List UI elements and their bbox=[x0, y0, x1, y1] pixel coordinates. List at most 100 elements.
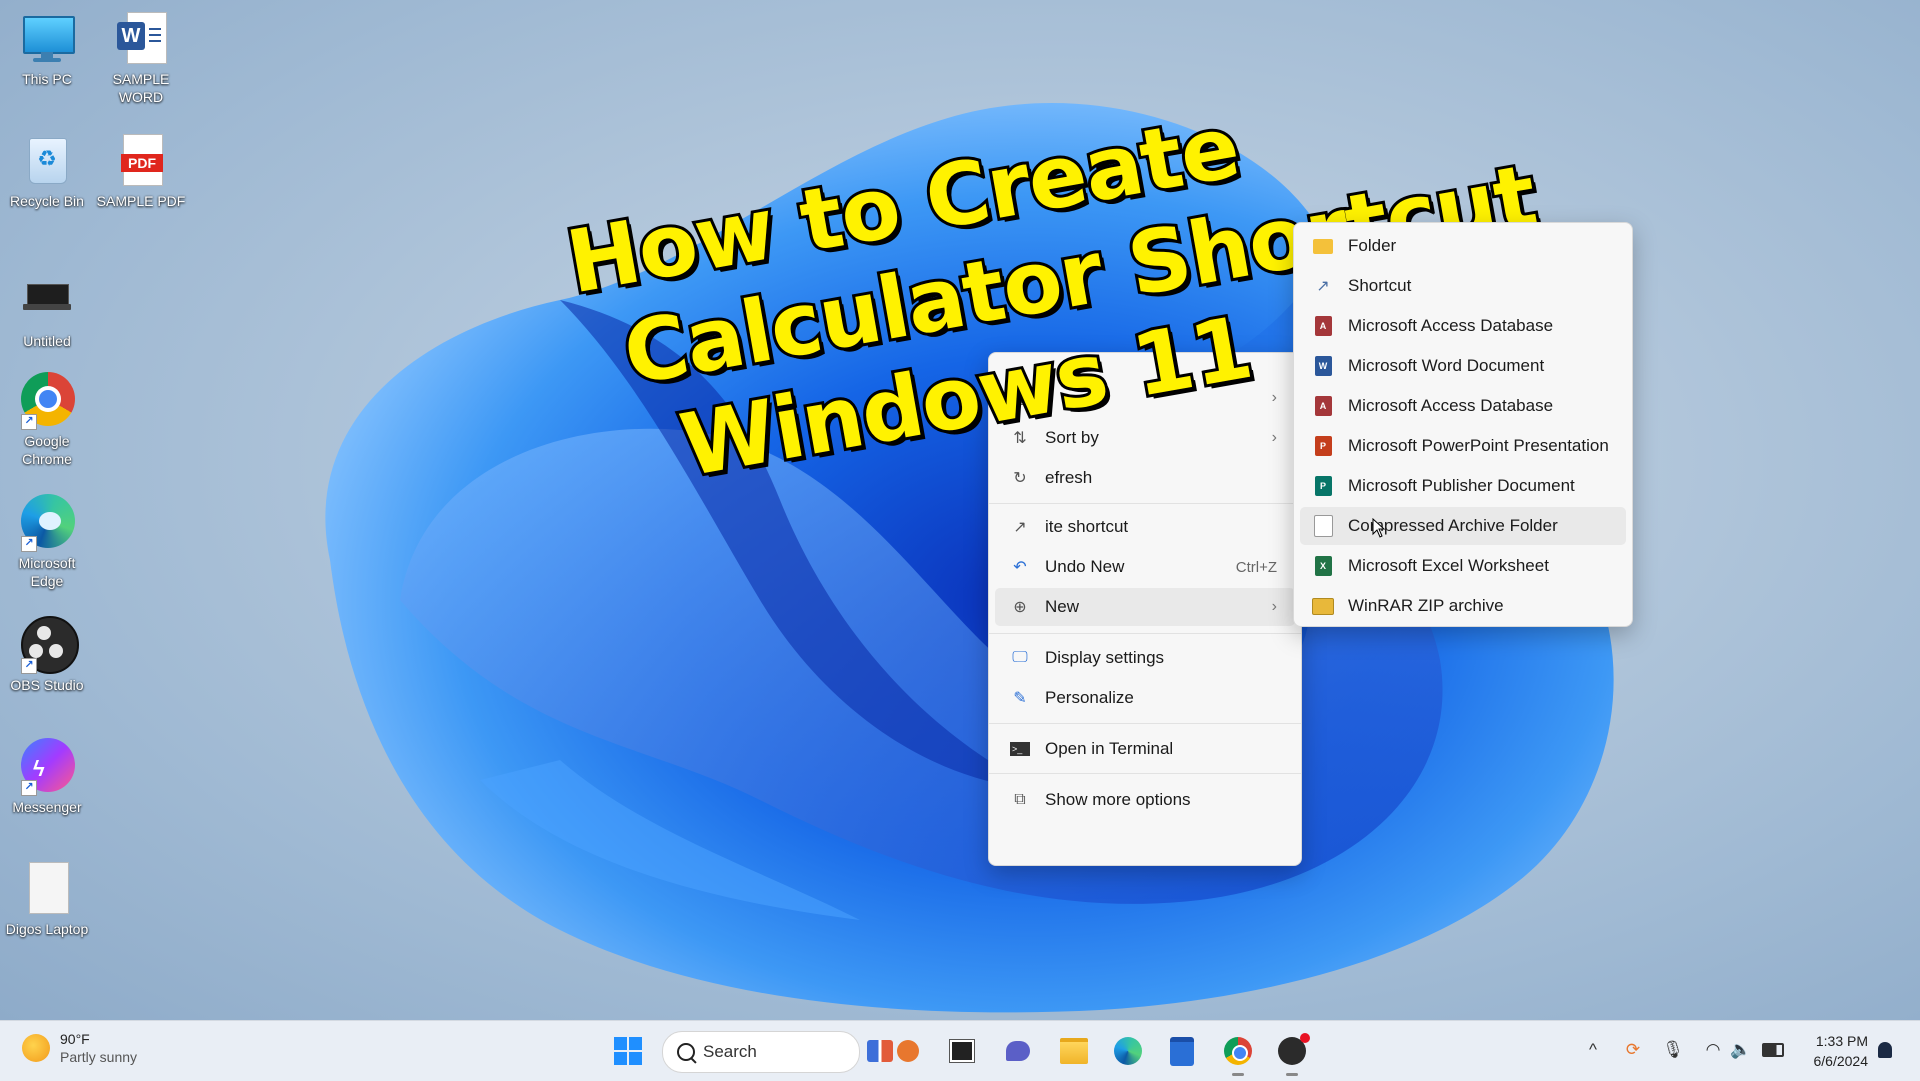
volume-tray-icon[interactable]: 🔈 bbox=[1728, 1037, 1754, 1063]
desktop-icon-obs-studio[interactable]: ↗ OBS Studio bbox=[1, 616, 93, 694]
submenu-item-excel-worksheet[interactable]: X Microsoft Excel Worksheet bbox=[1300, 547, 1626, 585]
submenu-item-powerpoint[interactable]: P Microsoft PowerPoint Presentation bbox=[1300, 427, 1626, 465]
desktop-icon-label: Messenger bbox=[12, 799, 82, 815]
battery-tray-icon[interactable] bbox=[1760, 1037, 1786, 1063]
task-view-button[interactable] bbox=[946, 1035, 978, 1067]
teams-chat-button[interactable] bbox=[1002, 1035, 1034, 1067]
submenu-item-winrar-zip[interactable]: WinRAR ZIP archive bbox=[1300, 587, 1626, 625]
battery-icon bbox=[1762, 1043, 1784, 1057]
submenu-item-word-document[interactable]: W Microsoft Word Document bbox=[1300, 347, 1626, 385]
chat-icon bbox=[1006, 1041, 1030, 1061]
search-label: Search bbox=[703, 1042, 757, 1061]
winrar-icon bbox=[1312, 595, 1334, 617]
obs-icon bbox=[1278, 1033, 1310, 1065]
menu-item-display-settings[interactable]: 🖵 Display settings bbox=[995, 639, 1295, 677]
menu-separator bbox=[989, 773, 1301, 774]
obs-taskbar-button[interactable] bbox=[1276, 1033, 1310, 1067]
refresh-icon: ↻ bbox=[1013, 470, 1027, 487]
menu-separator bbox=[989, 723, 1301, 724]
microphone-icon: 🎙 bbox=[1662, 1040, 1684, 1059]
laptop-icon bbox=[19, 272, 75, 328]
clock-date: 6/6/2024 bbox=[1813, 1053, 1869, 1069]
messenger-icon: ϟ ↗ bbox=[19, 738, 75, 796]
menu-separator bbox=[989, 503, 1301, 504]
store-button[interactable] bbox=[1166, 1035, 1198, 1067]
obs-icon: ↗ bbox=[19, 616, 79, 674]
network-tray-icon[interactable]: ◠ bbox=[1700, 1037, 1726, 1063]
desktop-icon-untitled[interactable]: Untitled bbox=[1, 272, 93, 350]
pdf-icon: PDF bbox=[113, 132, 169, 188]
chrome-icon: ↗ bbox=[19, 372, 75, 430]
new-submenu: Folder ↗ Shortcut A Microsoft Access Dat… bbox=[1293, 222, 1633, 627]
monitor-icon bbox=[19, 10, 75, 66]
desktop-icon-sample-pdf[interactable]: PDF SAMPLE PDF bbox=[95, 132, 187, 210]
windows-logo-icon bbox=[614, 1037, 642, 1065]
display-icon: 🖵 bbox=[1012, 649, 1028, 666]
menu-item-undo-new[interactable]: ↶ Undo New Ctrl+Z bbox=[995, 548, 1295, 586]
submenu-item-compressed-archive[interactable]: Compressed Archive Folder bbox=[1300, 507, 1626, 545]
menu-item-personalize[interactable]: ✎ Personalize bbox=[995, 679, 1295, 717]
microphone-tray-icon[interactable]: 🎙 bbox=[1660, 1037, 1686, 1063]
menu-item-open-in-terminal[interactable]: >_ Open in Terminal bbox=[995, 730, 1295, 768]
sync-tray-icon[interactable]: ⟳ bbox=[1620, 1037, 1646, 1063]
menu-separator bbox=[989, 633, 1301, 634]
submenu-item-publisher[interactable]: P Microsoft Publisher Document bbox=[1300, 467, 1626, 505]
weather-widget[interactable]: 90°F Partly sunny bbox=[22, 1030, 137, 1066]
sync-icon: ⟳ bbox=[1625, 1040, 1641, 1059]
desktop-icon-digos-laptop[interactable]: Digos Laptop bbox=[1, 860, 93, 938]
desktop-icon-sample-word[interactable]: W SAMPLE WORD bbox=[95, 10, 187, 106]
wifi-icon: ◠ bbox=[1705, 1040, 1721, 1059]
access-icon: A bbox=[1312, 315, 1334, 337]
desktop-icon-microsoft-edge[interactable]: ↗ Microsoft Edge bbox=[1, 494, 93, 590]
more-options-icon: ⧉ bbox=[1014, 791, 1026, 808]
chevron-right-icon: › bbox=[1271, 598, 1277, 615]
desktop-icon-label: SAMPLE PDF bbox=[96, 193, 186, 209]
notifications-button[interactable] bbox=[1872, 1037, 1898, 1063]
speaker-icon: 🔈 bbox=[1730, 1040, 1752, 1059]
submenu-item-folder[interactable]: Folder bbox=[1300, 227, 1626, 265]
desktop-icon-label: Digos Laptop bbox=[5, 921, 89, 937]
chevron-right-icon: › bbox=[1271, 429, 1277, 446]
weather-temp: 90°F bbox=[60, 1031, 90, 1047]
basketball-icon bbox=[897, 1040, 919, 1062]
desktop[interactable]: This PC W SAMPLE WORD ♻ Recycle Bin PDF … bbox=[0, 0, 1920, 1020]
desktop-icon-google-chrome[interactable]: ↗ Google Chrome bbox=[1, 372, 93, 468]
file-explorer-button[interactable] bbox=[1058, 1035, 1090, 1067]
chrome-taskbar-button[interactable] bbox=[1222, 1035, 1254, 1067]
show-hidden-icons-button[interactable]: ^ bbox=[1580, 1037, 1606, 1063]
submenu-item-shortcut[interactable]: ↗ Shortcut bbox=[1300, 267, 1626, 305]
submenu-item-access-database-2[interactable]: A Microsoft Access Database bbox=[1300, 387, 1626, 425]
taskbar-search-box[interactable]: Search bbox=[662, 1031, 860, 1073]
desktop-icon-label: Microsoft Edge bbox=[18, 555, 76, 589]
bell-icon bbox=[1878, 1042, 1892, 1058]
running-indicator bbox=[1232, 1073, 1244, 1076]
shortcut-key: Ctrl+Z bbox=[1235, 558, 1277, 576]
desktop-icon-this-pc[interactable]: This PC bbox=[1, 10, 93, 88]
weather-desc: Partly sunny bbox=[60, 1049, 138, 1065]
desktop-icon-messenger[interactable]: ϟ ↗ Messenger bbox=[1, 738, 93, 816]
submenu-item-access-database[interactable]: A Microsoft Access Database bbox=[1300, 307, 1626, 345]
taskbar-clock[interactable]: 1:33 PM 6/6/2024 bbox=[1802, 1031, 1869, 1071]
desktop-icon-label: Untitled bbox=[23, 333, 71, 349]
start-button[interactable] bbox=[612, 1035, 644, 1067]
word-icon: W bbox=[1312, 355, 1334, 377]
desktop-icon-recycle-bin[interactable]: ♻ Recycle Bin bbox=[1, 132, 93, 210]
undo-icon: ↶ bbox=[1013, 559, 1027, 576]
publisher-icon: P bbox=[1312, 475, 1334, 497]
widgets-button[interactable] bbox=[864, 1035, 922, 1067]
menu-item-new[interactable]: ⊕ New › bbox=[995, 588, 1295, 626]
menu-item-refresh[interactable]: ↻ efresh bbox=[995, 459, 1295, 497]
desktop-icon-label: Google Chrome bbox=[22, 433, 72, 467]
blank-doc-icon bbox=[1312, 515, 1334, 537]
recycle-bin-icon: ♻ bbox=[19, 132, 75, 188]
desktop-icon-label: Recycle Bin bbox=[10, 193, 84, 209]
blank-file-icon bbox=[19, 860, 75, 916]
search-icon bbox=[677, 1043, 697, 1064]
menu-item-create-shortcut[interactable]: ↗ ite shortcut bbox=[995, 508, 1295, 546]
new-plus-icon: ⊕ bbox=[1013, 599, 1027, 616]
running-indicator bbox=[1286, 1073, 1298, 1076]
powerpoint-icon: P bbox=[1312, 435, 1334, 457]
edge-taskbar-button[interactable] bbox=[1112, 1035, 1144, 1067]
weather-sun-icon bbox=[22, 1034, 50, 1062]
menu-item-show-more-options[interactable]: ⧉ Show more options bbox=[995, 781, 1295, 819]
